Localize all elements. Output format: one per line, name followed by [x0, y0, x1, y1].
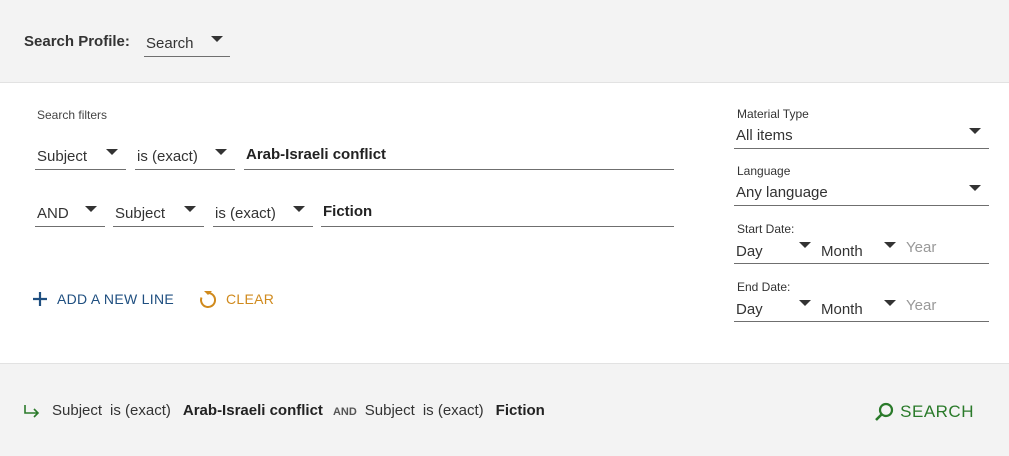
- search-profile-value: Search: [146, 35, 194, 52]
- chevron-down-icon: [884, 242, 896, 248]
- start-day-select[interactable]: Day: [734, 234, 814, 264]
- start-date-underline: [734, 263, 989, 264]
- search-button-label: SEARCH: [900, 402, 974, 421]
- plus-icon: [33, 292, 47, 306]
- clear-button[interactable]: CLEAR: [198, 288, 274, 310]
- language-select[interactable]: Any language: [734, 178, 989, 206]
- line2-field-select[interactable]: Subject: [113, 197, 204, 227]
- end-day-value: Day: [736, 301, 763, 318]
- summary-op2: is (exact): [422, 402, 484, 419]
- line1-operator-select[interactable]: is (exact): [135, 140, 235, 170]
- refresh-icon: [200, 291, 217, 308]
- summary-boolean: AND: [332, 406, 357, 418]
- line1-field-value: Subject: [37, 148, 88, 165]
- summary-field2: Subject: [364, 402, 415, 419]
- line2-operator-select[interactable]: is (exact): [213, 197, 313, 227]
- start-day-value: Day: [736, 243, 763, 260]
- magnifier-icon: [875, 402, 894, 421]
- chevron-down-icon: [215, 149, 227, 155]
- add-new-line-label: ADD A NEW LINE: [57, 291, 175, 307]
- clear-label: CLEAR: [226, 291, 275, 307]
- line2-boolean-value: AND: [37, 205, 69, 222]
- search-form: Search filters Subject is (exact) Arab-I…: [0, 84, 1009, 363]
- start-month-select[interactable]: Month: [819, 234, 899, 264]
- line2-value-input[interactable]: Fiction: [321, 197, 674, 227]
- search-button[interactable]: SEARCH: [874, 402, 974, 422]
- chevron-down-icon: [969, 128, 981, 134]
- end-year-input[interactable]: Year: [904, 292, 989, 320]
- query-summary: Subject is (exact) Arab-Israeli conflict…: [22, 402, 555, 419]
- search-profile-select[interactable]: Search: [144, 28, 230, 57]
- add-new-line-button[interactable]: ADD A NEW LINE: [31, 290, 174, 308]
- query-summary-bar: Subject is (exact) Arab-Israeli conflict…: [0, 363, 1009, 456]
- chevron-down-icon: [106, 149, 118, 155]
- start-month-value: Month: [821, 243, 863, 260]
- material-type-select[interactable]: All items: [734, 121, 989, 149]
- chevron-down-icon: [184, 206, 196, 212]
- line2-value-text: Fiction: [323, 203, 373, 220]
- end-month-value: Month: [821, 301, 863, 318]
- line1-value-text: Arab-Israeli conflict: [246, 146, 387, 163]
- line2-operator-value: is (exact): [215, 205, 276, 222]
- language-label: Language: [737, 164, 791, 178]
- line2-field-value: Subject: [115, 205, 166, 222]
- chevron-down-icon: [969, 185, 981, 191]
- start-year-placeholder: Year: [906, 239, 937, 256]
- start-year-input[interactable]: Year: [904, 234, 989, 262]
- material-type-value: All items: [736, 127, 793, 144]
- end-year-placeholder: Year: [906, 297, 937, 314]
- line2-boolean-select[interactable]: AND: [35, 197, 105, 227]
- material-type-label: Material Type: [737, 107, 809, 121]
- line1-value-input[interactable]: Arab-Israeli conflict: [244, 140, 674, 170]
- line1-operator-value: is (exact): [137, 148, 198, 165]
- chevron-down-icon: [85, 206, 97, 212]
- chevron-down-icon: [293, 206, 305, 212]
- chevron-down-icon: [799, 300, 811, 306]
- end-date-underline: [734, 321, 989, 322]
- line1-field-select[interactable]: Subject: [35, 140, 126, 170]
- language-value: Any language: [736, 184, 828, 201]
- summary-value1: Arab-Israeli conflict: [182, 402, 323, 419]
- chevron-down-icon: [211, 36, 223, 42]
- arrow-return-icon: [24, 404, 40, 418]
- summary-field1: Subject: [52, 402, 103, 419]
- end-day-select[interactable]: Day: [734, 292, 814, 322]
- chevron-down-icon: [884, 300, 896, 306]
- summary-op1: is (exact): [110, 402, 171, 419]
- search-profile-label: Search Profile:: [24, 33, 130, 50]
- chevron-down-icon: [799, 242, 811, 248]
- search-filters-title: Search filters: [37, 108, 108, 122]
- summary-value2: Fiction: [495, 402, 545, 419]
- search-profile-bar: Search Profile: Search: [0, 0, 1009, 83]
- end-month-select[interactable]: Month: [819, 292, 899, 322]
